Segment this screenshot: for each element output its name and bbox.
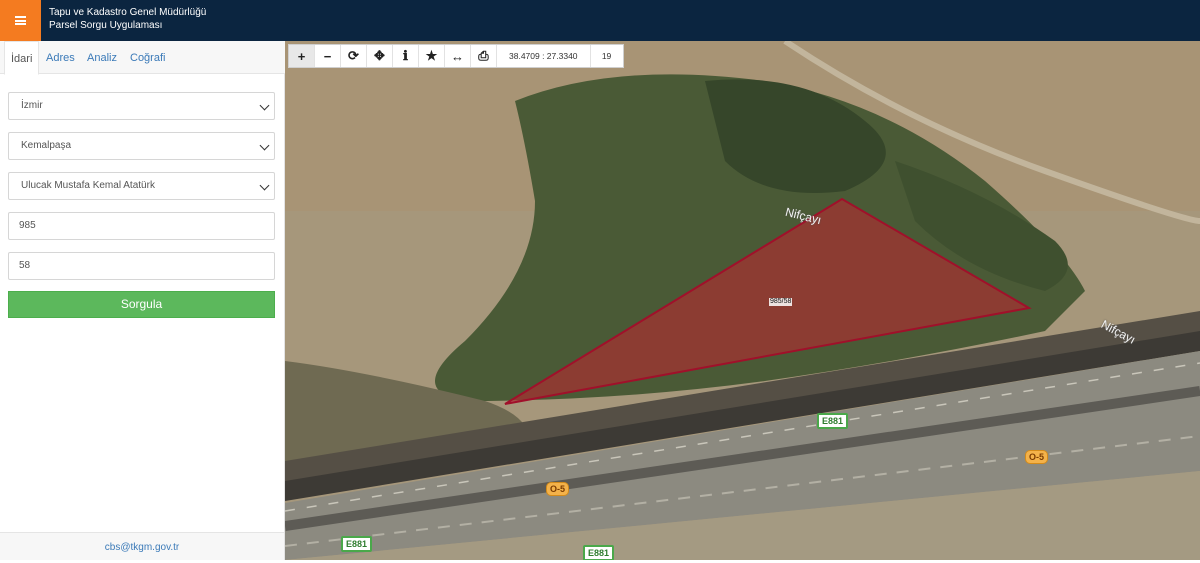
locate-icon[interactable]: ✥ <box>367 45 393 67</box>
app-title: Tapu ve Kadastro Genel Müdürlüğü Parsel … <box>49 6 206 32</box>
tab-idari[interactable]: İdari <box>4 41 40 75</box>
block-input[interactable]: 985 <box>8 212 275 240</box>
chevron-down-icon <box>259 180 270 191</box>
print-icon[interactable]: ⎙ <box>471 45 497 67</box>
contact-email-link[interactable]: cbs@tkgm.gov.tr <box>105 542 179 553</box>
map-toolbar: + − ⟳ ✥ ℹ ★ ↔ ⎙ 38.4709 : 27.3340 19 <box>288 44 624 68</box>
parcel-value: 58 <box>19 260 31 271</box>
sidebar: İdari Adres Analiz Coğrafi İzmir Kemalpa… <box>0 41 285 560</box>
zoom-out-icon[interactable]: − <box>315 45 341 67</box>
chevron-down-icon <box>259 140 270 151</box>
zoom-level: 19 <box>601 51 612 61</box>
query-button[interactable]: Sorgula <box>8 291 275 318</box>
road-badge-e881: E881 <box>583 545 615 560</box>
info-icon[interactable]: ℹ <box>393 45 419 67</box>
road-badge-e881: E881 <box>817 413 849 429</box>
parcel-input[interactable]: 58 <box>8 252 275 280</box>
tab-cografi[interactable]: Coğrafi <box>124 41 171 74</box>
road-badge-o5: O-5 <box>1025 450 1049 464</box>
block-value: 985 <box>19 220 36 231</box>
tab-analiz[interactable]: Analiz <box>81 41 123 74</box>
footer: cbs@tkgm.gov.tr <box>0 532 284 560</box>
hamburger-icon <box>15 16 26 25</box>
neighborhood-select[interactable]: Ulucak Mustafa Kemal Atatürk <box>8 172 275 200</box>
road-badge-e881: E881 <box>341 536 373 552</box>
app-header: Tapu ve Kadastro Genel Müdürlüğü Parsel … <box>0 0 1200 41</box>
satellite-imagery <box>285 41 1200 560</box>
refresh-icon[interactable]: ⟳ <box>341 45 367 67</box>
province-value: İzmir <box>21 100 43 111</box>
coordinate-readout: 38.4709 : 27.3340 <box>497 45 591 67</box>
title-line-2: Parsel Sorgu Uygulaması <box>49 20 163 31</box>
tab-adres[interactable]: Adres <box>40 41 81 74</box>
map-view[interactable]: + − ⟳ ✥ ℹ ★ ↔ ⎙ 38.4709 : 27.3340 19 985… <box>285 41 1200 560</box>
measure-icon[interactable]: ↔ <box>445 45 471 67</box>
menu-button[interactable] <box>0 0 41 41</box>
star-icon[interactable]: ★ <box>419 45 445 67</box>
province-select[interactable]: İzmir <box>8 92 275 120</box>
neighborhood-value: Ulucak Mustafa Kemal Atatürk <box>21 180 155 191</box>
title-line-1: Tapu ve Kadastro Genel Müdürlüğü <box>49 7 207 18</box>
road-badge-o5: O-5 <box>546 482 570 496</box>
parcel-label: 985/58 <box>769 298 793 306</box>
chevron-down-icon <box>259 100 270 111</box>
district-select[interactable]: Kemalpaşa <box>8 132 275 160</box>
tab-bar: İdari Adres Analiz Coğrafi <box>0 41 285 75</box>
district-value: Kemalpaşa <box>21 140 72 151</box>
zoom-in-icon[interactable]: + <box>289 45 315 67</box>
